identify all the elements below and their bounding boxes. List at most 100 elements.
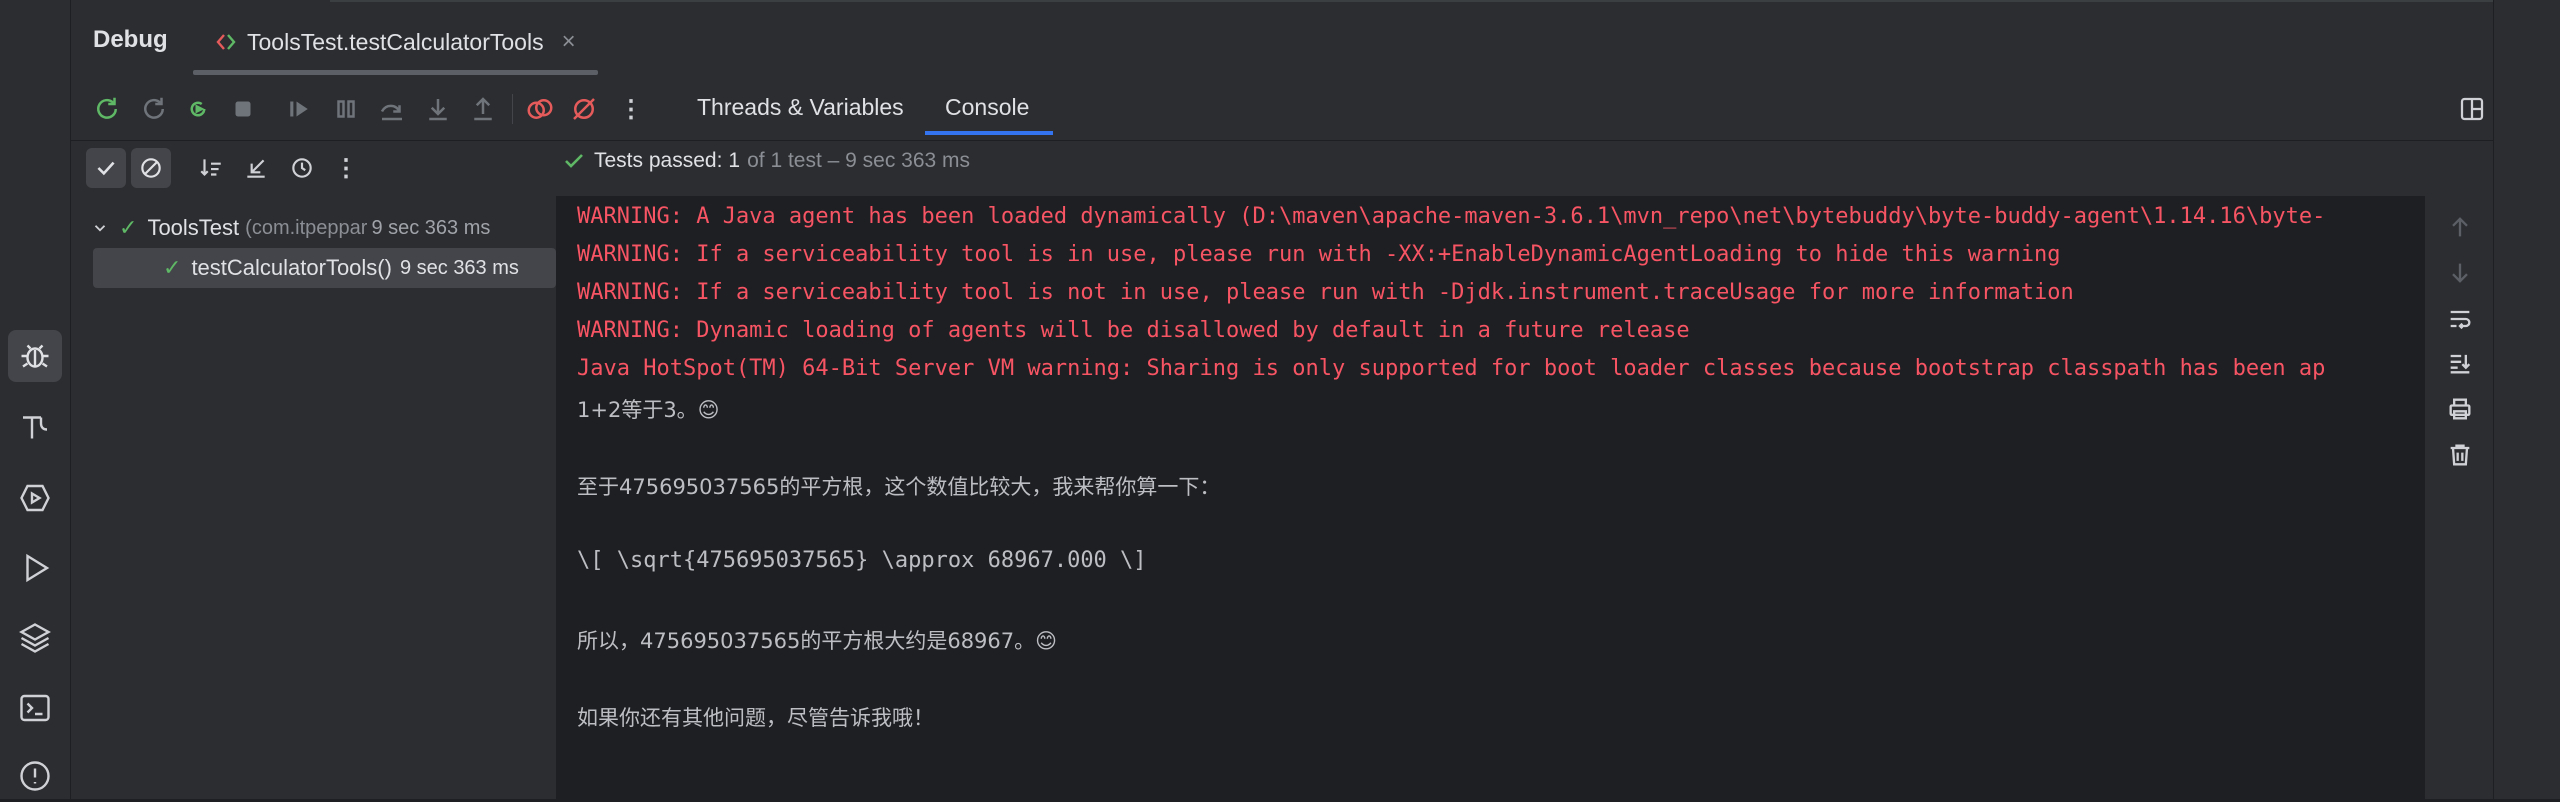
console-line: WARNING: A Java agent has been loaded dy… — [577, 204, 2326, 229]
stop-button[interactable] — [226, 92, 260, 126]
test-tree: ✓ ToolsTest (com.itpeppar 9 sec 363 ms ✓… — [71, 196, 557, 799]
rerun-button[interactable] — [90, 92, 124, 126]
warning-circle-icon — [20, 761, 50, 791]
console-line: \[ \sqrt{475695037565} \approx 68967.000… — [577, 548, 1147, 573]
step-over-icon — [380, 104, 402, 121]
run-tool-button[interactable] — [8, 542, 62, 594]
toggle-auto-test-button[interactable] — [181, 92, 215, 126]
auto-test-icon — [190, 101, 206, 117]
layout-icon — [2460, 97, 2484, 121]
step-out-button[interactable] — [466, 92, 500, 126]
arrow-up-icon — [2452, 217, 2468, 237]
check-icon — [97, 161, 115, 176]
debug-tool-button[interactable] — [8, 330, 62, 382]
console-header: Tests passed: 1 of 1 test – 9 sec 363 ms — [557, 141, 2493, 196]
pause-button[interactable] — [329, 92, 363, 126]
close-icon[interactable]: × — [562, 28, 576, 56]
layers-tool-button[interactable] — [8, 612, 62, 664]
editor-edge — [330, 0, 2493, 2]
run-icon — [26, 553, 50, 583]
tab-label: ToolsTest.testCalculatorTools — [247, 28, 544, 55]
root-test-package: (com.itpeppar — [245, 216, 368, 239]
layout-button[interactable] — [2455, 92, 2489, 126]
console-line: WARNING: If a serviceability tool is in … — [577, 242, 2061, 267]
terminal-icon — [20, 694, 50, 722]
sort-button[interactable] — [191, 148, 231, 188]
panel-title: Debug — [93, 26, 168, 53]
step-into-icon — [429, 99, 447, 121]
pass-check-icon: ✓ — [119, 215, 138, 240]
tab-console-underline — [925, 131, 1053, 135]
services-tool-button[interactable] — [8, 472, 62, 524]
clear-all-button[interactable] — [2445, 440, 2475, 470]
console-line: WARNING: If a serviceability tool is not… — [577, 280, 2074, 305]
text-tool-button[interactable] — [8, 402, 62, 454]
tab-tools-test[interactable]: ToolsTest.testCalculatorTools × — [213, 24, 576, 60]
collapse-all-button[interactable] — [236, 148, 276, 188]
mute-breakpoints-icon — [573, 98, 595, 120]
tree-row-root[interactable]: ✓ ToolsTest (com.itpeppar 9 sec 363 ms — [91, 208, 546, 248]
scroll-down-button[interactable] — [2445, 258, 2475, 288]
text-format-icon — [23, 416, 48, 439]
tool-window-strip — [0, 0, 71, 799]
resume-button[interactable] — [282, 92, 316, 126]
pass-check-icon: ✓ — [163, 255, 182, 280]
tab-console[interactable]: Console — [945, 94, 1029, 121]
show-passed-button[interactable] — [86, 148, 126, 188]
resume-icon — [290, 101, 308, 117]
child-test-name: testCalculatorTools() — [191, 255, 392, 280]
child-test-time: 9 sec 363 ms — [399, 256, 519, 279]
soft-wrap-button[interactable] — [2445, 304, 2475, 334]
test-config-icon — [216, 34, 236, 50]
tab-threads-variables[interactable]: Threads & Variables — [697, 94, 904, 121]
ignored-icon — [141, 158, 161, 178]
view-breakpoints-button[interactable] — [523, 92, 557, 126]
tests-passed-count: 1 — [728, 149, 741, 172]
print-button[interactable] — [2445, 394, 2475, 424]
scroll-to-end-button[interactable] — [2445, 348, 2475, 378]
soft-wrap-icon — [2450, 310, 2471, 330]
chevron-down-icon — [94, 225, 106, 232]
problems-tool-button[interactable] — [8, 750, 62, 802]
tab-underline — [193, 70, 598, 75]
passed-check-icon — [565, 154, 583, 168]
stop-icon — [235, 101, 251, 117]
arrow-down-icon — [2452, 263, 2468, 283]
console-output[interactable]: WARNING: A Java agent has been loaded dy… — [557, 196, 2425, 799]
tests-passed-detail: of 1 test – 9 sec 363 ms — [747, 149, 971, 172]
pause-icon — [337, 100, 355, 118]
trash-icon — [2450, 444, 2470, 466]
console-line: 1+2等于3。😊 — [577, 398, 720, 422]
bug-icon — [21, 344, 49, 368]
step-into-button[interactable] — [421, 92, 455, 126]
root-test-name: ToolsTest — [147, 215, 240, 240]
root-test-time: 9 sec 363 ms — [371, 216, 491, 239]
scroll-to-end-icon — [2450, 354, 2471, 374]
rerun-failed-button[interactable] — [137, 92, 171, 126]
step-over-button[interactable] — [375, 92, 409, 126]
scroll-up-button[interactable] — [2445, 212, 2475, 242]
console-line: 至于475695037565的平方根，这个数值比较大，我来帮你算一下： — [577, 475, 1221, 499]
tree-row-child[interactable]: ✓ testCalculatorTools() 9 sec 363 ms — [93, 248, 556, 288]
clock-icon — [292, 158, 312, 178]
more-options-icon[interactable]: ⋮ — [614, 92, 648, 126]
console-line: 所以，475695037565的平方根大约是68967。😊 — [577, 629, 1058, 653]
test-history-button[interactable] — [282, 148, 322, 188]
services-icon — [20, 484, 50, 512]
collapse-icon — [247, 159, 265, 178]
console-line: 如果你还有其他问题，尽管告诉我哦！ — [577, 706, 934, 730]
rerun-icon — [97, 97, 117, 119]
toolbar-divider — [512, 94, 513, 124]
tree-more-icon[interactable]: ⋮ — [326, 148, 366, 188]
sort-icon — [200, 159, 221, 177]
layers-icon — [19, 623, 51, 653]
terminal-tool-button[interactable] — [8, 682, 62, 734]
printer-icon — [2449, 398, 2471, 420]
rerun-failed-icon — [144, 97, 164, 119]
show-ignored-button[interactable] — [131, 148, 171, 188]
console-line: Java HotSpot(TM) 64-Bit Server VM warnin… — [577, 356, 2326, 381]
breakpoints-icon — [527, 99, 553, 119]
right-tool-strip — [2493, 0, 2560, 799]
mute-breakpoints-button[interactable] — [567, 92, 601, 126]
console-side-toolbar — [2425, 196, 2493, 799]
